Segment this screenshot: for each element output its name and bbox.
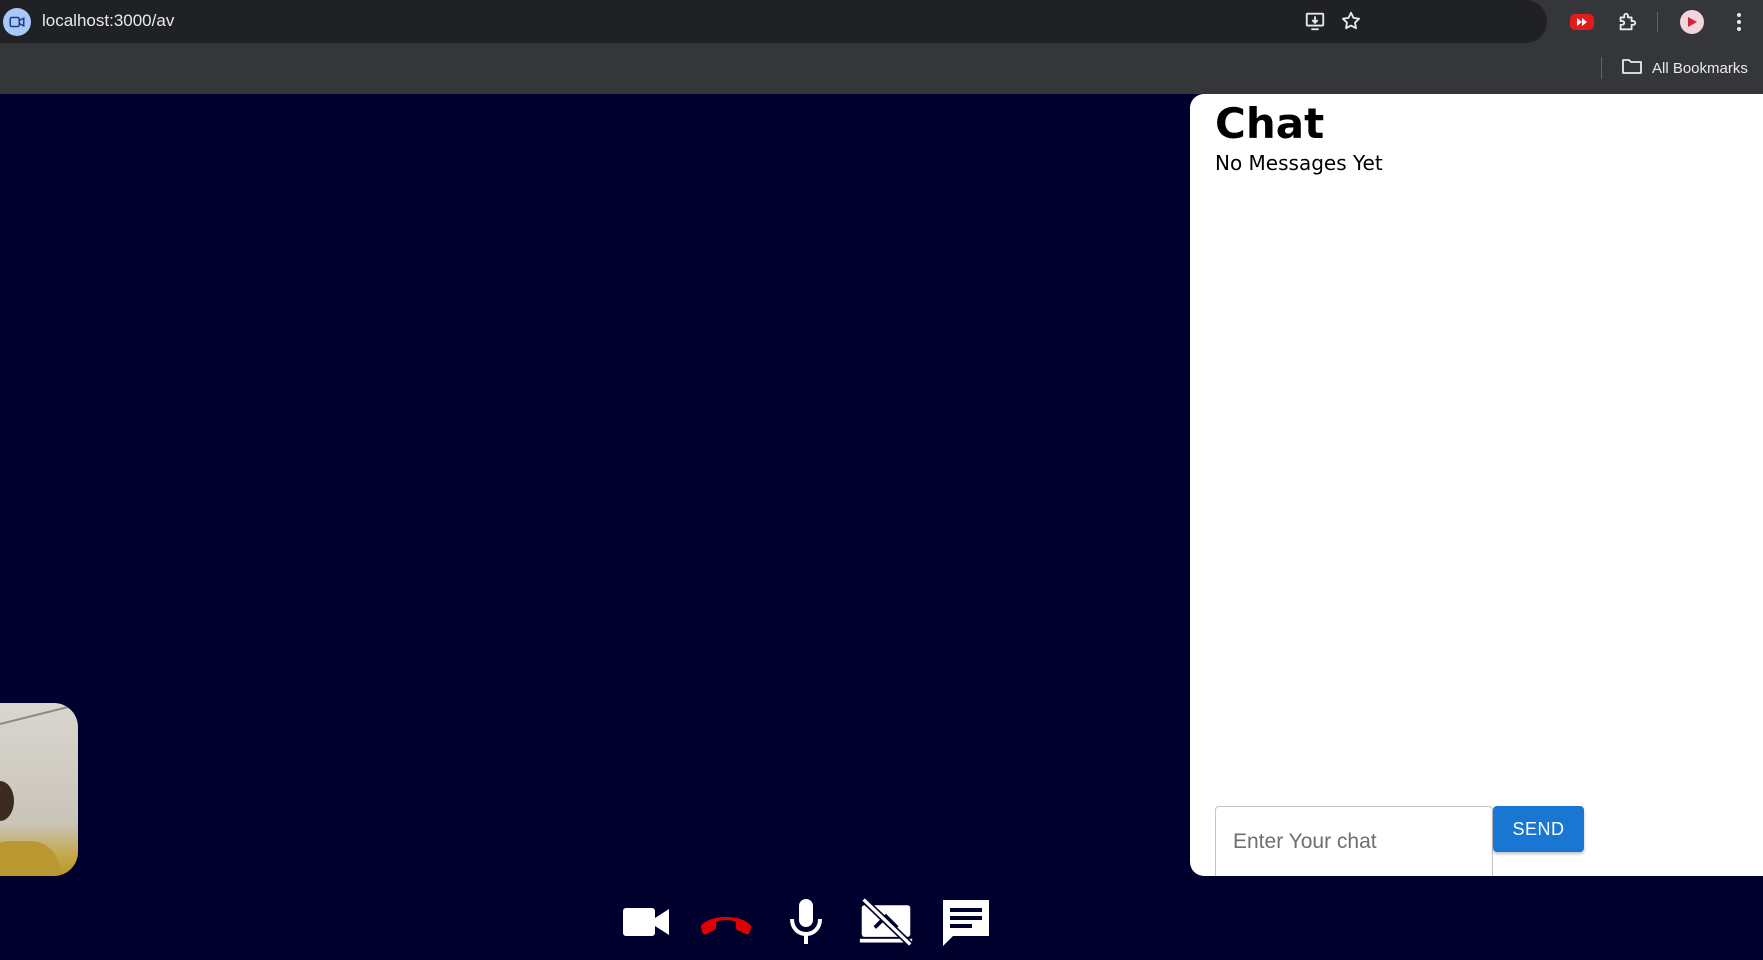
- bookmarks-bar: All Bookmarks: [0, 43, 1763, 94]
- video-call-site-icon[interactable]: [3, 8, 31, 36]
- self-video-preview[interactable]: [0, 703, 78, 876]
- avatar-icon[interactable]: [1679, 9, 1705, 35]
- send-button[interactable]: SEND: [1493, 806, 1584, 852]
- address-bar[interactable]: localhost:3000/av: [0, 0, 1547, 43]
- star-icon[interactable]: [1339, 9, 1363, 33]
- chat-title: Chat: [1215, 99, 1325, 148]
- more-vert-icon[interactable]: [1726, 9, 1752, 35]
- chat-panel: Chat No Messages Yet SEND: [1190, 94, 1763, 876]
- screen-share-off-icon[interactable]: [858, 894, 914, 950]
- browser-toolbar: localhost:3000/av: [0, 0, 1763, 43]
- all-bookmarks-button[interactable]: All Bookmarks: [1622, 55, 1748, 81]
- mic-icon[interactable]: [778, 894, 834, 950]
- bookmarks-divider: [1601, 57, 1602, 79]
- chat-icon[interactable]: [938, 894, 994, 950]
- puzzle-icon[interactable]: [1614, 9, 1640, 35]
- video-stage: Chat No Messages Yet SEND: [0, 94, 1763, 960]
- install-icon[interactable]: [1303, 9, 1327, 33]
- toolbar-divider: [1657, 12, 1658, 32]
- videocam-icon[interactable]: [618, 894, 674, 950]
- chat-input[interactable]: [1215, 806, 1493, 876]
- url-text[interactable]: localhost:3000/av: [42, 11, 174, 31]
- call-end-icon[interactable]: [698, 894, 754, 950]
- youtube-extension-icon[interactable]: [1569, 9, 1595, 35]
- folder-icon: [1622, 58, 1642, 78]
- chat-empty-message: No Messages Yet: [1215, 151, 1383, 175]
- all-bookmarks-label: All Bookmarks: [1652, 59, 1748, 77]
